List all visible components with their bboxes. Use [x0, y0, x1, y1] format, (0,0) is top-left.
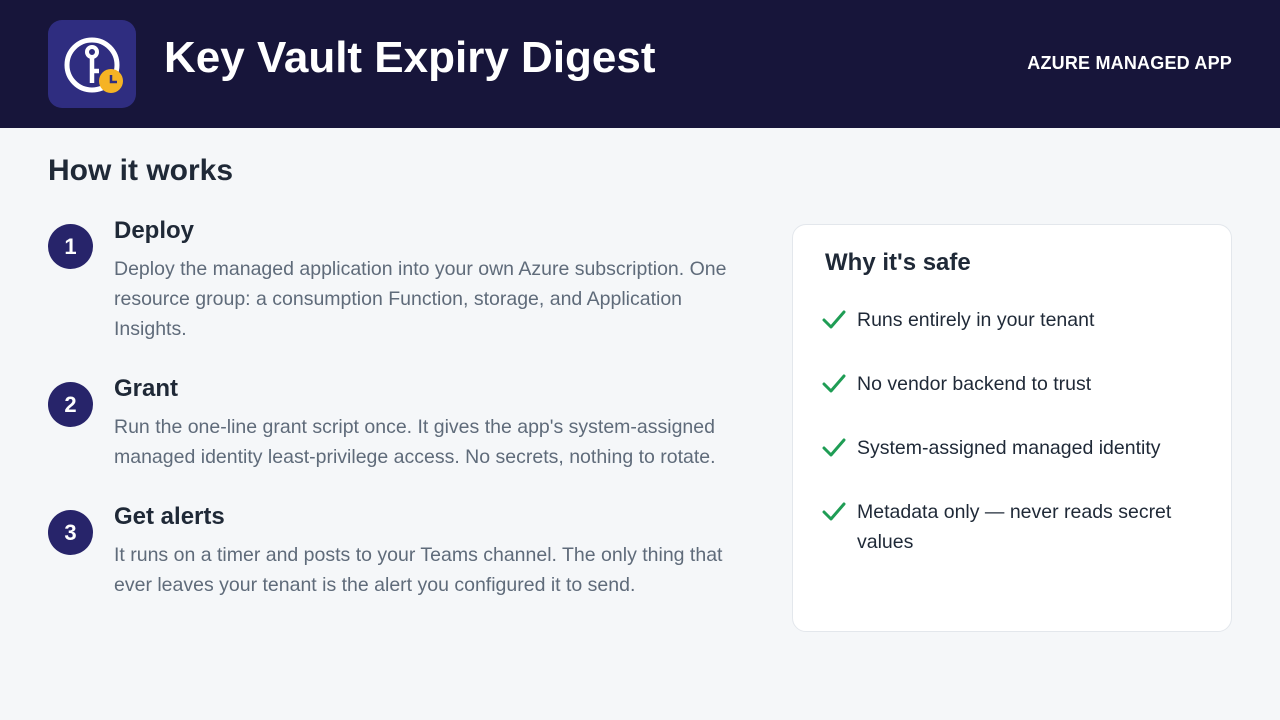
header-badge: AZURE MANAGED APP: [1027, 53, 1232, 73]
step-description: Run the one-line grant script once. It g…: [114, 416, 716, 468]
checkmark-icon: [822, 374, 846, 393]
app-logo: [48, 20, 136, 108]
checkmark-icon: [822, 438, 846, 457]
safety-item-text: System-assigned managed identity: [857, 437, 1161, 459]
step-description: Deploy the managed application into your…: [114, 258, 727, 340]
step-title: Get alerts: [114, 503, 225, 530]
safety-item-text: No vendor backend to trust: [857, 373, 1092, 395]
step-description: It runs on a timer and posts to your Tea…: [114, 544, 723, 596]
safety-card: Why it's safe Runs entirely in your tena…: [792, 224, 1232, 632]
card-title: Why it's safe: [825, 249, 971, 276]
app-header: Key Vault Expiry Digest AZURE MANAGED AP…: [0, 0, 1280, 128]
step-number: 1: [48, 224, 93, 269]
safety-item-text: Metadata only — never reads secret value…: [857, 501, 1172, 553]
app-title: Key Vault Expiry Digest: [164, 33, 656, 82]
checkmark-icon: [822, 502, 846, 521]
step-title: Deploy: [114, 217, 195, 244]
step-number: 2: [48, 382, 93, 427]
key-clock-icon: [64, 37, 123, 93]
step-title: Grant: [114, 375, 179, 402]
safety-item-text: Runs entirely in your tenant: [857, 309, 1095, 331]
checkmark-icon: [822, 310, 846, 329]
step-number: 3: [48, 510, 93, 555]
section-title: How it works: [48, 154, 234, 187]
